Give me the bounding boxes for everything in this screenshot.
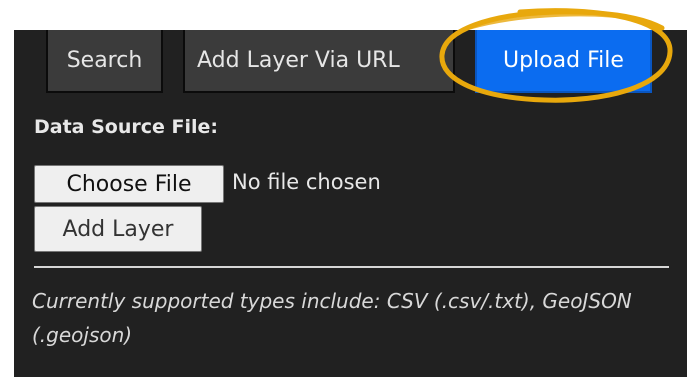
supported-types-note: Currently supported types include: CSV (… [32,289,632,347]
file-status-text: No file chosen [232,170,381,194]
tab-add-layer-via-url[interactable]: Add Layer Via URL [183,30,455,93]
tab-upload-file[interactable]: Upload File [475,30,652,93]
data-source-file-label: Data Source File: [34,116,218,138]
choose-file-button[interactable]: Choose File [34,165,224,203]
tab-search[interactable]: Search [46,30,163,93]
divider [34,266,669,268]
add-layer-button[interactable]: Add Layer [34,206,202,252]
